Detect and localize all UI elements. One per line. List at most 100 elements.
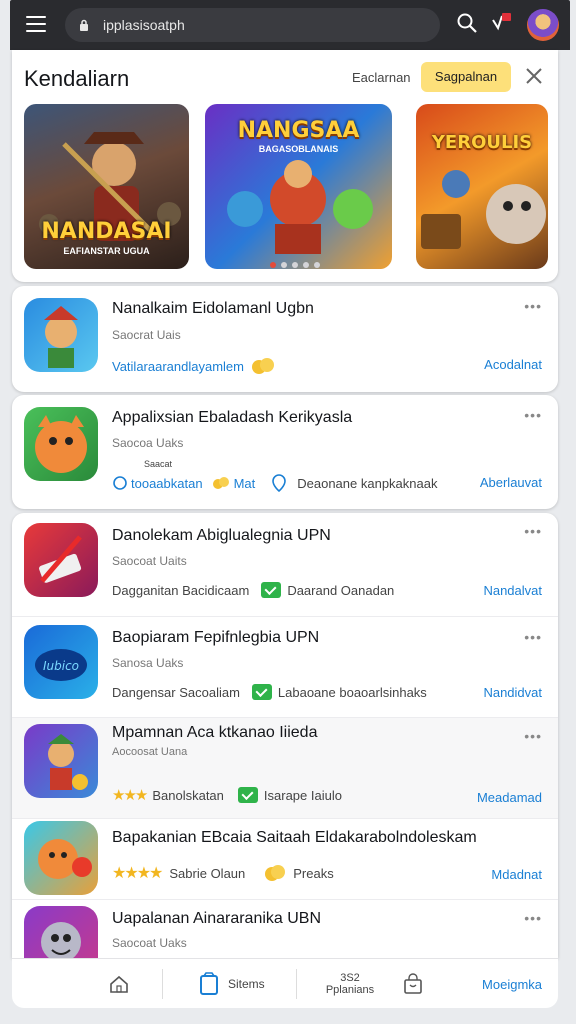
app-action-button[interactable]: Acodalnat — [484, 357, 542, 372]
coins-icon — [252, 358, 274, 374]
app-meta-text: Banolskatan — [152, 787, 224, 803]
more-icon[interactable]: ••• — [524, 523, 542, 539]
app-meta-secondary: Preaks — [293, 865, 334, 881]
app-row[interactable]: Uapalanan Ainararanika UBN Saocoat Uaks … — [12, 900, 558, 958]
url-bar[interactable]: ipplasisoatph — [65, 8, 440, 42]
app-row[interactable]: Bapakanian EBcaia Saitaah Eldakarabolndo… — [12, 819, 558, 899]
app-action-button[interactable]: Meadamad — [477, 790, 542, 805]
carousel-dot[interactable] — [303, 262, 309, 268]
app-icon — [24, 821, 98, 895]
lock-icon — [80, 19, 88, 31]
nav-plans[interactable]: 3S2 Pplanians — [318, 959, 382, 1009]
items-icon — [200, 972, 218, 995]
app-icon-art — [39, 535, 82, 583]
app-meta-text: tooaabkatan — [131, 475, 203, 491]
banner-3[interactable]: YEROULIS — [416, 104, 548, 269]
url-text: ipplasisoatph — [103, 17, 185, 33]
bag-icon — [404, 973, 422, 994]
banner-art — [39, 132, 181, 241]
carousel-dot[interactable] — [292, 262, 298, 268]
app-action-button[interactable]: Nandidvat — [483, 685, 542, 700]
more-icon[interactable]: ••• — [524, 298, 542, 314]
carousel-dot[interactable] — [270, 262, 276, 268]
banner-subtitle: EAFIANSTAR UGUA — [63, 246, 150, 256]
app-icon-art — [48, 734, 88, 790]
pin-icon — [113, 476, 127, 490]
app-meta: ★★★ Banolskatan Isarape Iaiulo — [112, 786, 342, 804]
more-icon[interactable]: ••• — [524, 629, 542, 645]
app-meta-tertiary: Deaonane kanpkaknaak — [297, 475, 438, 491]
app-icon-art: Iubico — [35, 649, 87, 681]
app-action-button[interactable]: Mdadnat — [491, 867, 542, 882]
app-meta-secondary: Labaoane boaoarlsinhaks — [277, 684, 427, 700]
app-meta: Dagganitan Bacidicaam Daarand Oanadan — [112, 582, 394, 598]
app-row[interactable]: Iubico Baopiaram Fepifnlegbia UPN Sanosa… — [12, 617, 558, 717]
menu-icon[interactable] — [26, 16, 46, 32]
app-icon-art — [41, 922, 81, 958]
app-meta-secondary: Daarand Oanadan — [287, 582, 395, 598]
app-list-card: Danolekam Abiglualegnia UPN Saocoat Uait… — [12, 513, 558, 958]
app-action-button[interactable]: Aberlauvat — [480, 475, 542, 490]
app-icon — [24, 724, 98, 798]
close-icon[interactable] — [524, 66, 544, 86]
app-title[interactable]: Danolekam Abiglualegnia UPN — [112, 527, 331, 545]
coins-icon — [212, 477, 229, 489]
rating-stars-icon: ★★★★ — [112, 865, 163, 882]
search-icon[interactable] — [456, 12, 478, 34]
app-meta-small: Saacat — [144, 459, 173, 469]
divider — [162, 969, 163, 999]
header-button[interactable]: Sagpalnan — [421, 62, 511, 92]
browser-toolbar: ipplasisoatph — [10, 0, 570, 50]
app-action-button[interactable]: Nandalvat — [483, 583, 542, 598]
avatar[interactable] — [527, 9, 559, 41]
app-meta: tooaabkatan Mat Deaonane kanpkaknaak — [112, 473, 437, 493]
banner-title: NANDASAI — [41, 219, 172, 244]
nav-items-label: Sitems — [228, 977, 265, 991]
app-card[interactable]: Nanalkaim Eidolamanl Ugbn Saocrat Uais V… — [12, 286, 558, 392]
app-icon-art — [35, 415, 87, 473]
app-card[interactable]: Appalixsian Ebaladash Kerikyasla Saocoa … — [12, 395, 558, 509]
app-subtitle: Sanosa Uaks — [112, 656, 184, 670]
banner-2[interactable]: NANGSAA BAGASOBLANAIS — [205, 104, 392, 269]
banner-1[interactable]: NANDASAI EAFIANSTAR UGUA — [24, 104, 189, 269]
nav-items[interactable]: Sitems — [198, 959, 265, 1009]
more-icon[interactable]: ••• — [524, 728, 542, 744]
app-meta: Vatilaraarandlayamlem — [112, 356, 276, 376]
carousel-dot[interactable] — [314, 262, 320, 268]
nav-action-button[interactable]: Moeigmka — [482, 959, 542, 1009]
app-icon — [24, 298, 98, 372]
more-icon[interactable]: ••• — [524, 407, 542, 423]
app-title[interactable]: Baopiaram Fepifnlegbia UPN — [112, 629, 319, 647]
app-icon — [24, 523, 98, 597]
app-row[interactable]: Mpamnan Aca ktkanao Iiieda Aocoosat Uana… — [12, 718, 558, 818]
rating-stars-icon: ★★★ — [112, 787, 148, 804]
home-icon — [110, 975, 128, 993]
app-title[interactable]: Uapalanan Ainararanika UBN — [112, 910, 321, 928]
app-subtitle: Saocoat Uaks — [112, 936, 187, 950]
check-icon — [261, 582, 282, 598]
coins-icon — [265, 865, 286, 881]
header-link[interactable]: Eaclarnan — [352, 70, 411, 85]
nav-bag[interactable] — [402, 959, 424, 1009]
banner-title: NANGSAA — [237, 118, 360, 143]
app-title[interactable]: Mpamnan Aca ktkanao Iiieda — [112, 724, 317, 742]
app-meta-secondary: Mat — [233, 475, 256, 491]
app-meta-text: Sabrie Olaun — [169, 865, 246, 881]
divider — [296, 969, 297, 999]
nav-plans-count: 3S2 — [340, 972, 360, 984]
app-subtitle: Saocoat Uaits — [112, 554, 187, 568]
notification-icon[interactable] — [490, 12, 516, 36]
app-title[interactable]: Appalixsian Ebaladash Kerikyasla — [112, 409, 352, 427]
nav-home[interactable] — [108, 959, 130, 1009]
carousel-dot[interactable] — [281, 262, 287, 268]
banner-art — [421, 170, 546, 249]
app-title[interactable]: Bapakanian EBcaia Saitaah Eldakarabolndo… — [112, 829, 477, 847]
app-row[interactable]: Danolekam Abiglualegnia UPN Saocoat Uait… — [12, 513, 558, 616]
app-subtitle: Saocrat Uais — [112, 328, 181, 342]
carousel-dots[interactable] — [270, 262, 320, 268]
app-icon-art — [44, 306, 78, 368]
more-icon[interactable]: ••• — [524, 910, 542, 926]
page-title: Kendaliarn — [24, 66, 130, 91]
app-title[interactable]: Nanalkaim Eidolamanl Ugbn — [112, 300, 314, 318]
app-subtitle: Aocoosat Uana — [112, 746, 188, 758]
